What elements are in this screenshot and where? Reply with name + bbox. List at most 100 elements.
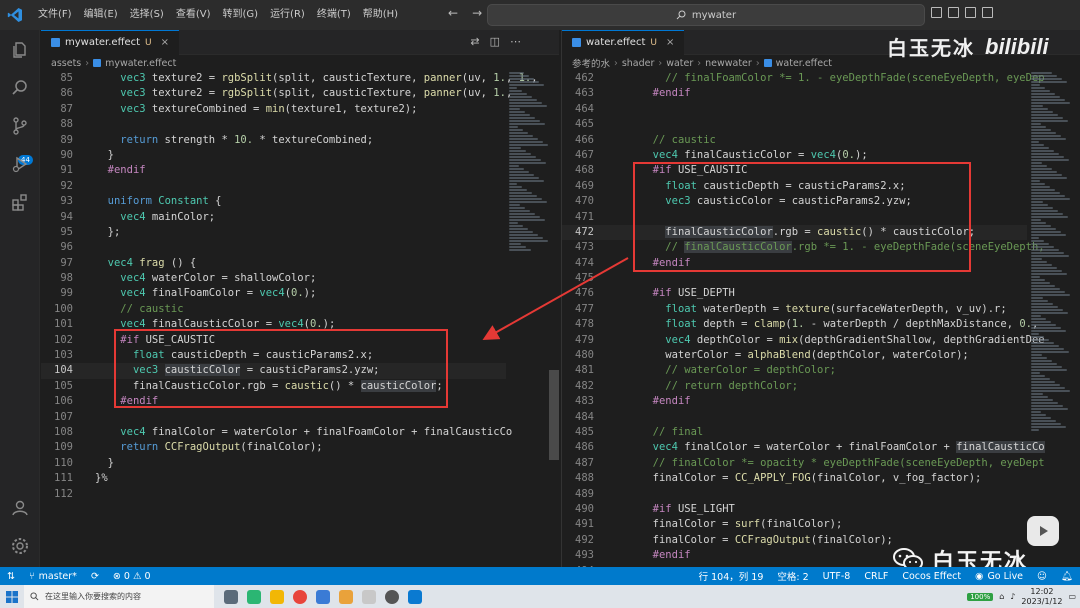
notification-center-icon[interactable]: ▭ bbox=[1068, 592, 1076, 601]
indentation[interactable]: 空格: 2 bbox=[770, 569, 815, 583]
minimap-right[interactable] bbox=[1031, 71, 1075, 551]
code-line[interactable]: 97 vec4 frag () { bbox=[41, 256, 506, 271]
tab-water-effect[interactable]: water.effect U × bbox=[562, 30, 685, 55]
line-number[interactable]: 493 bbox=[562, 548, 594, 563]
line-number[interactable]: 470 bbox=[562, 194, 594, 209]
code-line[interactable]: 491 finalColor = surf(finalColor); bbox=[562, 517, 1027, 532]
breadcrumb-item[interactable]: mywater.effect bbox=[105, 58, 176, 69]
toggle-panel-icon[interactable] bbox=[948, 7, 959, 18]
code-line[interactable]: 490 #if USE_LIGHT bbox=[562, 502, 1027, 517]
code-line[interactable]: 466 // caustic bbox=[562, 133, 1027, 148]
line-number[interactable]: 487 bbox=[562, 456, 594, 471]
line-number[interactable]: 98 bbox=[41, 271, 73, 286]
line-number[interactable]: 478 bbox=[562, 317, 594, 332]
code-line[interactable]: 95 }; bbox=[41, 225, 506, 240]
code-line[interactable]: 86 vec3 texture2 = rgbSplit(split, caust… bbox=[41, 86, 512, 101]
line-ending[interactable]: CRLF bbox=[857, 571, 895, 582]
chrome-icon[interactable] bbox=[293, 589, 307, 604]
extensions-icon[interactable] bbox=[8, 190, 32, 214]
line-number[interactable]: 89 bbox=[41, 133, 73, 148]
code-line[interactable]: 93 uniform Constant { bbox=[41, 194, 506, 209]
code-line[interactable]: 475 bbox=[562, 271, 1027, 286]
menu-terminal[interactable]: 终端(T) bbox=[311, 0, 357, 30]
code-line[interactable]: 479 vec4 depthColor = mix(depthGradientS… bbox=[562, 333, 1045, 348]
problems-count[interactable]: ⊗ 0 ⚠ 0 bbox=[106, 571, 158, 582]
line-number[interactable]: 491 bbox=[562, 517, 594, 532]
code-line[interactable]: 488 finalColor = CC_APPLY_FOG(finalColor… bbox=[562, 471, 1027, 486]
taskbar-search[interactable]: 在这里输入你要搜索的内容 bbox=[24, 585, 214, 608]
toggle-secondary-sidebar-icon[interactable] bbox=[965, 7, 976, 18]
line-number[interactable]: 471 bbox=[562, 210, 594, 225]
line-number[interactable]: 99 bbox=[41, 286, 73, 301]
code-line[interactable]: 477 float waterDepth = texture(surfaceWa… bbox=[562, 302, 1027, 317]
code-line[interactable]: 98 vec4 waterColor = shallowColor; bbox=[41, 271, 506, 286]
line-number[interactable]: 473 bbox=[562, 240, 594, 255]
line-number[interactable]: 484 bbox=[562, 410, 594, 425]
line-number[interactable]: 109 bbox=[41, 440, 73, 455]
windows-start-icon[interactable] bbox=[0, 585, 24, 608]
sync-icon[interactable]: ⟳ bbox=[84, 571, 106, 582]
line-number[interactable]: 467 bbox=[562, 148, 594, 163]
volume-icon[interactable]: ♪ bbox=[1010, 592, 1015, 601]
task-view-icon[interactable] bbox=[224, 589, 238, 604]
source-control-icon[interactable] bbox=[8, 114, 32, 138]
clock[interactable]: 12:02 2023/1/12 bbox=[1021, 587, 1062, 607]
tab-mywater-effect[interactable]: mywater.effect U × bbox=[41, 30, 180, 55]
breadcrumb-item[interactable]: newwater bbox=[705, 58, 752, 69]
code-line[interactable]: 464 bbox=[562, 102, 1027, 117]
command-center-search[interactable]: mywater bbox=[487, 4, 925, 26]
line-number[interactable]: 463 bbox=[562, 86, 594, 101]
line-number[interactable]: 465 bbox=[562, 117, 594, 132]
customize-layout-icon[interactable] bbox=[982, 7, 993, 18]
breadcrumb-item[interactable]: shader bbox=[622, 58, 655, 69]
code-line[interactable]: 476 #if USE_DEPTH bbox=[562, 286, 1027, 301]
run-debug-icon[interactable] bbox=[8, 152, 32, 176]
line-number[interactable]: 483 bbox=[562, 394, 594, 409]
code-line[interactable]: 489 bbox=[562, 487, 1027, 502]
line-number[interactable]: 91 bbox=[41, 163, 73, 178]
menu-edit[interactable]: 编辑(E) bbox=[78, 0, 124, 30]
line-number[interactable]: 106 bbox=[41, 394, 73, 409]
line-number[interactable]: 464 bbox=[562, 102, 594, 117]
line-number[interactable]: 86 bbox=[41, 86, 73, 101]
code-line[interactable]: 481 // waterColor = depthColor; bbox=[562, 363, 1027, 378]
manage-gear-icon[interactable] bbox=[8, 534, 32, 558]
line-number[interactable]: 93 bbox=[41, 194, 73, 209]
close-tab-icon[interactable]: × bbox=[161, 37, 169, 48]
line-number[interactable]: 489 bbox=[562, 487, 594, 502]
app-icon[interactable] bbox=[339, 589, 353, 604]
code-line[interactable]: 112 bbox=[41, 487, 506, 502]
code-line[interactable]: 100 // caustic bbox=[41, 302, 506, 317]
code-line[interactable]: 90 } bbox=[41, 148, 506, 163]
line-number[interactable]: 469 bbox=[562, 179, 594, 194]
code-line[interactable]: 110 } bbox=[41, 456, 506, 471]
line-number[interactable]: 479 bbox=[562, 333, 594, 348]
line-number[interactable]: 468 bbox=[562, 163, 594, 178]
battery-indicator[interactable]: 100% bbox=[967, 592, 994, 601]
scrollbar-thumb-left[interactable] bbox=[549, 370, 559, 460]
line-number[interactable]: 100 bbox=[41, 302, 73, 317]
line-number[interactable]: 87 bbox=[41, 102, 73, 117]
app-icon[interactable] bbox=[385, 589, 399, 604]
breadcrumb-item[interactable]: assets bbox=[51, 58, 81, 69]
app-icon[interactable] bbox=[316, 589, 330, 604]
vscode-taskbar-icon[interactable] bbox=[408, 589, 422, 604]
encoding[interactable]: UTF-8 bbox=[816, 571, 858, 582]
code-line[interactable]: 462 // finalFoamColor *= 1. - eyeDepthFa… bbox=[562, 71, 1045, 86]
open-changes-icon[interactable]: ⇄ bbox=[470, 35, 479, 48]
menu-run[interactable]: 运行(R) bbox=[264, 0, 311, 30]
account-icon[interactable] bbox=[8, 496, 32, 520]
network-icon[interactable]: ⌂ bbox=[999, 592, 1004, 601]
search-sidebar-icon[interactable] bbox=[8, 76, 32, 100]
more-actions-icon[interactable]: ⋯ bbox=[510, 35, 521, 48]
explorer-icon[interactable] bbox=[8, 38, 32, 62]
line-number[interactable]: 108 bbox=[41, 425, 73, 440]
line-number[interactable]: 482 bbox=[562, 379, 594, 394]
menu-help[interactable]: 帮助(H) bbox=[357, 0, 404, 30]
code-line[interactable]: 482 // return depthColor; bbox=[562, 379, 1027, 394]
remote-indicator-icon[interactable]: ⇅ bbox=[0, 571, 22, 582]
menu-view[interactable]: 查看(V) bbox=[170, 0, 217, 30]
code-line[interactable]: 107 bbox=[41, 410, 506, 425]
line-number[interactable]: 490 bbox=[562, 502, 594, 517]
code-line[interactable]: 483 #endif bbox=[562, 394, 1027, 409]
